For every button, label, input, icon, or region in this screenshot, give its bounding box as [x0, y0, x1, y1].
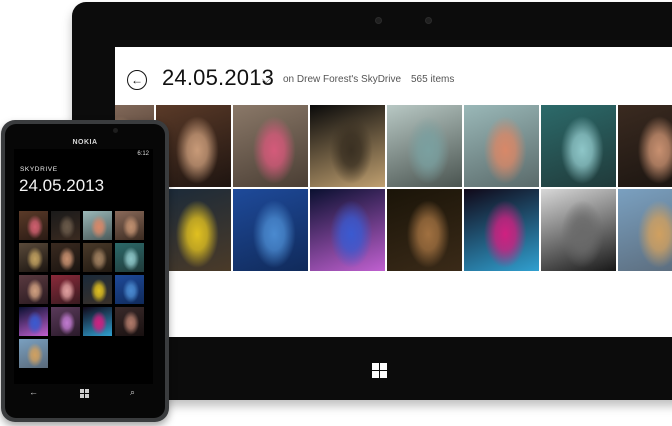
back-arrow-glyph: ←: [131, 73, 143, 87]
photo-dancers-teal[interactable]: [541, 105, 616, 187]
photo-blue-wall[interactable]: [233, 189, 308, 271]
phone-photo-17[interactable]: [19, 339, 48, 368]
phone-device: NOKIA 6:12 SKYDRIVE 24.05.2013 ← ⌕: [1, 120, 169, 422]
phone-photo-15[interactable]: [83, 307, 112, 336]
phone-back-icon[interactable]: ←: [29, 387, 38, 397]
phone-photo-2[interactable]: [51, 211, 80, 240]
phone-brand-logo: NOKIA: [72, 139, 98, 146]
photo-two-friends[interactable]: [618, 105, 672, 187]
phone-camera: [113, 128, 118, 133]
phone-photo-9[interactable]: [19, 275, 48, 304]
photo-dancer-pool[interactable]: [387, 105, 462, 187]
phone-photo-7[interactable]: [83, 243, 112, 272]
photo-fireworks-ride[interactable]: [464, 189, 539, 271]
phone-search-icon[interactable]: ⌕: [130, 387, 135, 398]
phone-photo-3[interactable]: [83, 211, 112, 240]
photo-skater-pink[interactable]: [233, 105, 308, 187]
windows-logo-pane: [80, 394, 84, 398]
phone-photo-5[interactable]: [19, 243, 48, 272]
windows-logo-icon[interactable]: [372, 363, 387, 378]
photo-pier-beach[interactable]: [618, 189, 672, 271]
album-owner-label: on Drew Forest's SkyDrive: [283, 74, 402, 85]
device-composition: ← 24.05.2013 ⌵ on Drew Forest's SkyDrive…: [0, 0, 672, 426]
phone-photo-12[interactable]: [115, 275, 144, 304]
phone-screen: 6:12 SKYDRIVE 24.05.2013: [14, 149, 153, 384]
windows-logo-pane: [80, 389, 84, 393]
phone-photo-13[interactable]: [19, 307, 48, 336]
phone-app-title: SKYDRIVE: [20, 166, 58, 173]
phone-clock: 6:12: [137, 151, 149, 157]
phone-windows-icon[interactable]: [80, 389, 89, 398]
tablet-sensor: [425, 17, 432, 24]
album-date-title[interactable]: 24.05.2013: [162, 65, 274, 91]
phone-photo-10[interactable]: [51, 275, 80, 304]
phone-photo-6[interactable]: [51, 243, 80, 272]
windows-logo-pane: [85, 394, 89, 398]
phone-photo-14[interactable]: [51, 307, 80, 336]
chevron-down-icon[interactable]: ⌵: [262, 74, 270, 87]
phone-photo-8[interactable]: [115, 243, 144, 272]
photo-girl-dog[interactable]: [387, 189, 462, 271]
windows-logo-pane: [380, 371, 387, 378]
tablet-screen: ← 24.05.2013 ⌵ on Drew Forest's SkyDrive…: [115, 47, 672, 337]
phone-album-date[interactable]: 24.05.2013: [19, 176, 104, 196]
photo-neon-tunnel[interactable]: [310, 189, 385, 271]
phone-photo-16[interactable]: [115, 307, 144, 336]
photo-header: ← 24.05.2013 ⌵ on Drew Forest's SkyDrive…: [115, 65, 672, 99]
windows-logo-pane: [372, 363, 379, 370]
back-arrow-icon[interactable]: ←: [127, 70, 147, 90]
windows-logo-pane: [380, 363, 387, 370]
photo-dancer-courtyard[interactable]: [464, 105, 539, 187]
photo-skater-night[interactable]: [310, 105, 385, 187]
windows-logo-pane: [85, 389, 89, 393]
tablet-camera: [375, 17, 382, 24]
windows-logo-pane: [372, 371, 379, 378]
phone-photo-4[interactable]: [115, 211, 144, 240]
photo-swing-girl[interactable]: [541, 189, 616, 271]
item-count-label: 565 items: [411, 74, 455, 85]
phone-photo-1[interactable]: [19, 211, 48, 240]
phone-photo-11[interactable]: [83, 275, 112, 304]
